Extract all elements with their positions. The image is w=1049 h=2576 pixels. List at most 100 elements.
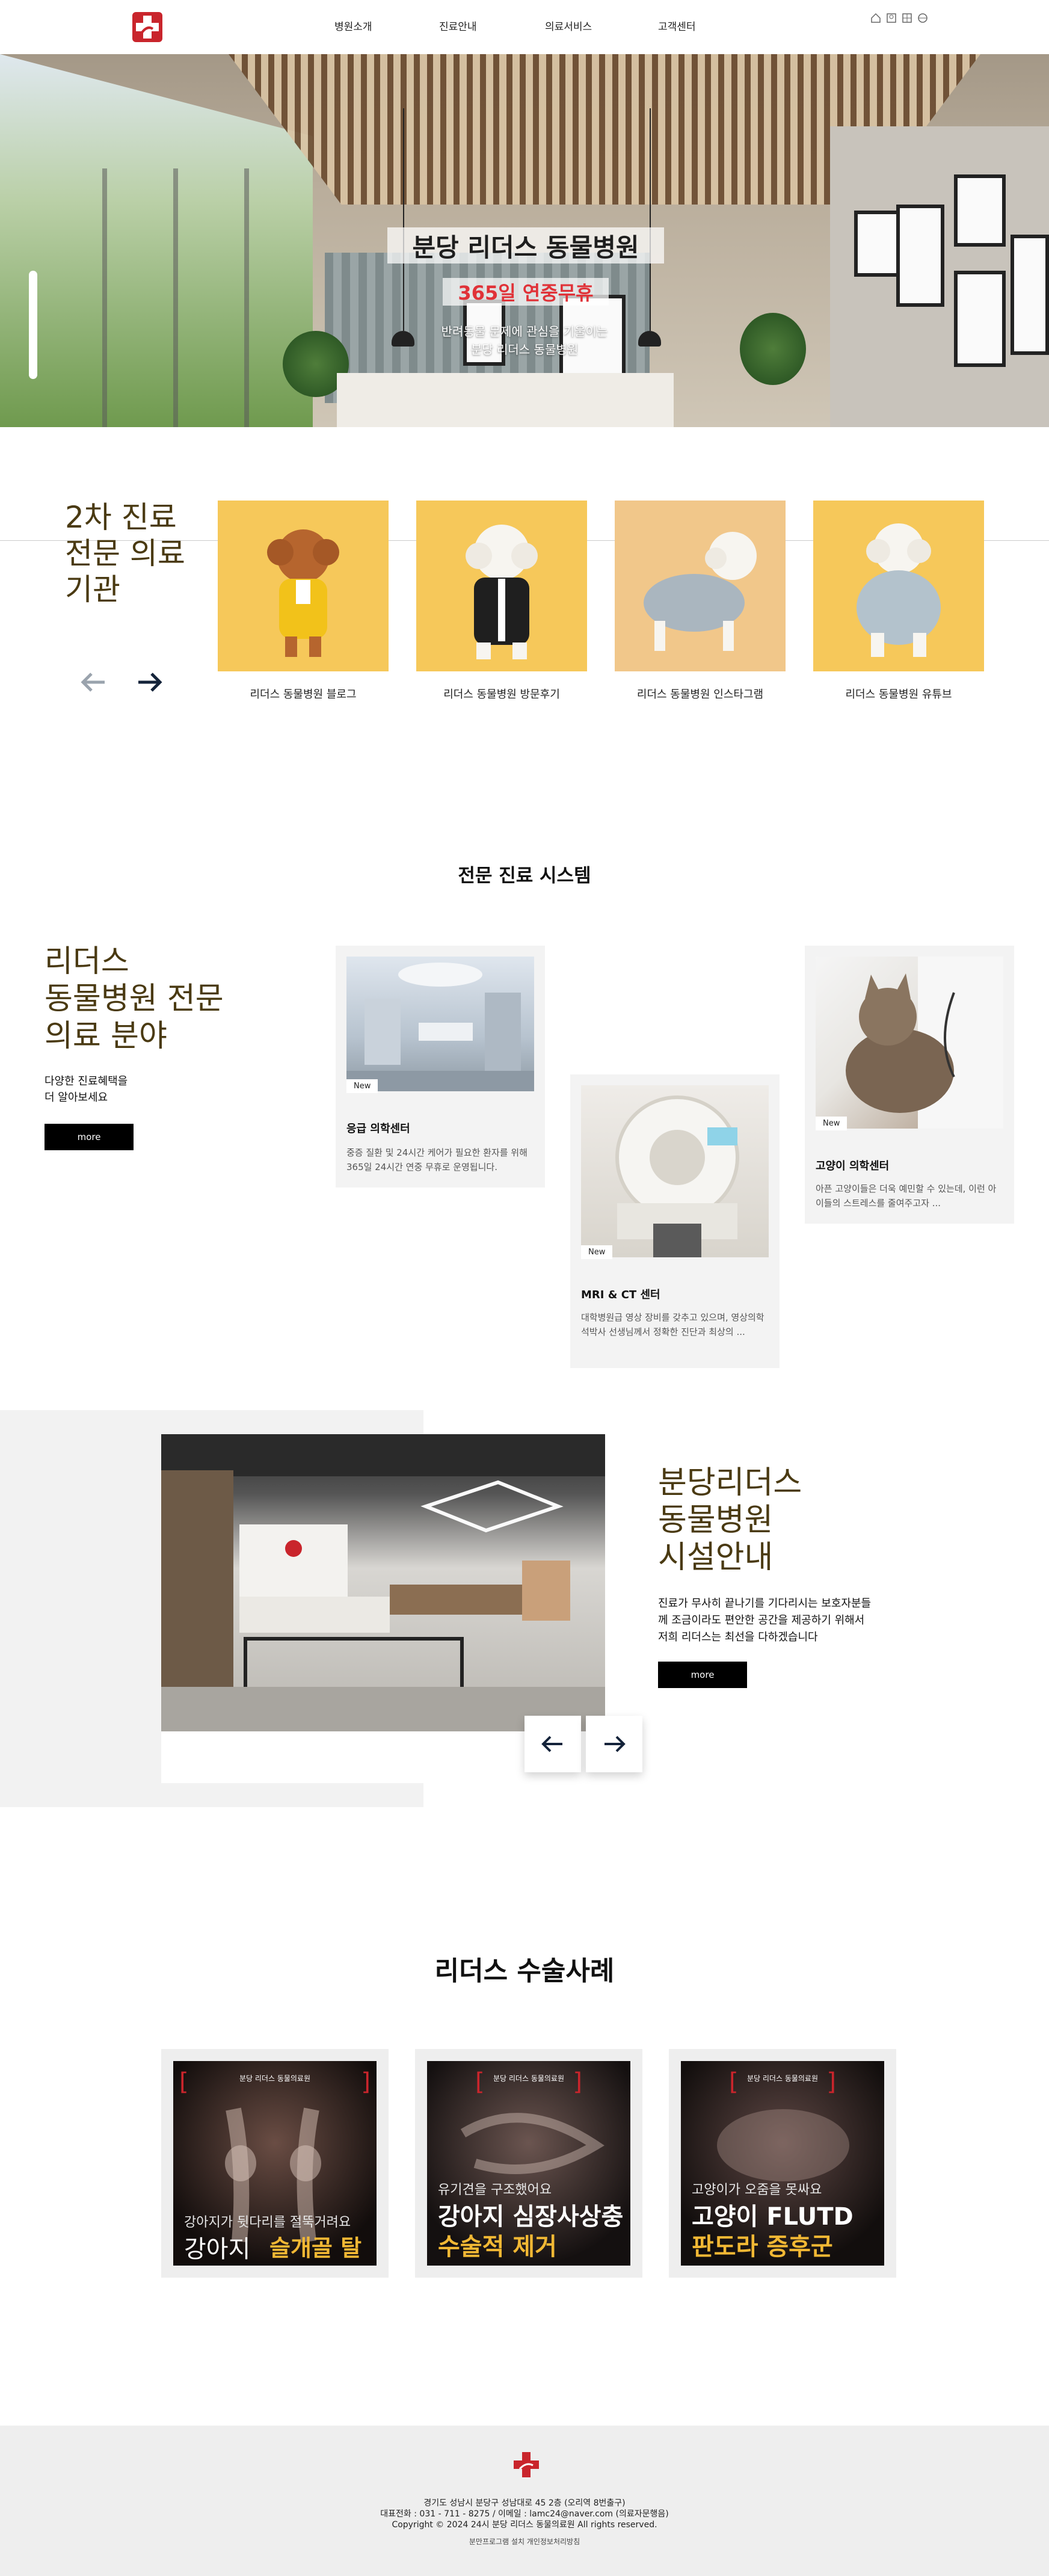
field-subtitle: 다양한 진료혜택을 더 알아보세요	[45, 1073, 128, 1106]
surgery-case-card[interactable]: [ ] 분당 리더스 동물의료원 유기견을 구조했어요 강아지 심장사상충 수술…	[415, 2049, 642, 2278]
service-card-mri-ct[interactable]: New MRI & CT 센터 대학병원급 영상 장비를 갖추고 있으며, 영상…	[570, 1074, 780, 1368]
link-card-caption: 리더스 동물병원 유튜브	[845, 688, 952, 701]
dog-photo-yellow-shirt	[218, 501, 389, 671]
lamp-wire-1	[403, 108, 404, 331]
surgery-case-image: [ ] 분당 리더스 동물의료원 유기견을 구조했어요 강아지 심장사상충 수술…	[427, 2061, 630, 2266]
facility-prev-button[interactable]	[524, 1716, 581, 1772]
card-title: MRI & CT 센터	[581, 1289, 660, 1301]
hero-plant-right	[740, 313, 806, 385]
cat-center-photo	[816, 957, 1003, 1129]
field-title: 리더스 동물병원 전문 의료 분야	[45, 943, 224, 1055]
lamp-wire-2	[650, 108, 651, 331]
dog-photo-gray-coat	[615, 501, 786, 671]
link-card-caption: 리더스 동물병원 블로그	[250, 688, 357, 701]
footer-logo-icon	[514, 2452, 539, 2477]
page: 병원소개 진료안내 의료서비스 고객센터 분당 리더스 동물병원 365일 연중…	[0, 0, 1049, 2576]
card-text: 아픈 고양이들은 더욱 예민할 수 있는데, 이런 아이들의 스트레스를 줄여주…	[816, 1183, 997, 1209]
case-line1: 유기견을 구조했어요	[438, 2183, 552, 2198]
field-sub-line1: 다양한 진료혜택을	[45, 1075, 128, 1088]
surgery-case-card[interactable]: [ ] 분당 리더스 동물의료원 강아지가 뒷다리를 절뚝거려요 강아지 슬개골…	[161, 2049, 389, 2278]
link-card-reviews[interactable]: 리더스 동물병원 방문후기	[416, 501, 587, 701]
case-line3: 수술적 제거	[438, 2233, 557, 2261]
case-line3: 판도라 증후군	[692, 2233, 833, 2261]
facility-title-line1: 분당리더스	[658, 1465, 802, 1501]
system-heading: 전문 진료 시스템	[458, 865, 591, 887]
facility-more-button[interactable]: more	[658, 1662, 747, 1688]
case-line1: 강아지가 뒷다리를 절뚝거려요	[184, 2215, 351, 2230]
link-card-caption: 리더스 동물병원 방문후기	[443, 688, 560, 701]
card-text: 중증 질환 및 24시간 케어가 필요한 환자를 위해 365일 24시간 연중…	[346, 1147, 528, 1172]
surgery-brand: 분당 리더스 동물의료원	[239, 2074, 311, 2083]
link-card-youtube[interactable]: 리더스 동물병원 유튜브	[813, 501, 984, 701]
hero-slider-handle[interactable]	[29, 271, 37, 379]
hero-frame-5	[1011, 235, 1049, 355]
secondary-title-line1: 2차 진료	[65, 500, 177, 535]
nav-item-services[interactable]: 의료서비스	[545, 18, 592, 33]
service-card-emergency[interactable]: New 응급 의학센터 중증 질환 및 24시간 케어가 필요한 환자를 위해 …	[336, 946, 545, 1188]
grid-icon[interactable]	[901, 12, 913, 24]
footer-address: 경기도 성남시 분당구 성남대로 45 2층 (오리역 8번출구)	[423, 2498, 626, 2508]
hero-frame-2	[896, 205, 944, 307]
case-line2: 강아지	[184, 2236, 251, 2263]
service-card-cat[interactable]: New 고양이 의학센터 아픈 고양이들은 더욱 예민할 수 있는데, 이런 아…	[805, 946, 1014, 1224]
surgery-case-image: [ ] 분당 리더스 동물의료원 강아지가 뒷다리를 절뚝거려요 강아지 슬개골…	[173, 2061, 377, 2266]
nav-item-guide[interactable]: 진료안내	[439, 18, 477, 33]
new-badge: New	[346, 1079, 378, 1093]
secondary-title-line3: 기관	[65, 572, 120, 607]
case-line3: 슬개골 탈구	[269, 2235, 362, 2261]
facility-title: 분당리더스 동물병원 시설안내	[658, 1464, 802, 1576]
surgery-brand: 분당 리더스 동물의료원	[493, 2074, 565, 2083]
facility-title-line3: 시설안내	[658, 1539, 774, 1576]
hero-frame-3	[954, 174, 1006, 247]
secondary-care-title: 2차 진료 전문 의료 기관	[65, 499, 185, 608]
site-header: 병원소개 진료안내 의료서비스 고객센터	[0, 0, 1049, 54]
hero-badge: 365일 연중무휴	[443, 278, 609, 306]
more-button[interactable]: more	[45, 1124, 134, 1150]
hero-desc-line2: 분당 리더스 동물병원	[470, 342, 579, 357]
new-badge: New	[816, 1117, 848, 1130]
hospital-logo-icon[interactable]	[131, 11, 164, 43]
header-icons	[870, 12, 929, 24]
card-title: 응급 의학센터	[346, 1123, 410, 1135]
globe-icon[interactable]	[917, 12, 929, 24]
footer-links[interactable]: 분만프로그램 설치 개인정보처리방침	[0, 2536, 1049, 2547]
facility-lobby-photo	[161, 1434, 605, 1731]
hero-title: 분당 리더스 동물병원	[387, 227, 664, 263]
hero-window-frame	[36, 168, 313, 427]
hero-description: 반려동물 문제에 관심을 기울이는 분당 리더스 동물병원	[421, 322, 628, 359]
home-icon[interactable]	[870, 12, 882, 24]
link-card-blog[interactable]: 리더스 동물병원 블로그	[218, 501, 389, 701]
hero-frame-4	[954, 271, 1006, 367]
field-title-line3: 의료 분야	[45, 1018, 167, 1054]
card-text: 대학병원급 영상 장비를 갖추고 있으며, 영상의학 석박사 선생님께서 정확한…	[581, 1312, 764, 1337]
secondary-title-line2: 전문 의료	[65, 536, 185, 571]
hero-reception-desk	[337, 373, 674, 427]
arrow-right-icon[interactable]	[136, 669, 162, 695]
nav-item-support[interactable]: 고객센터	[658, 18, 696, 33]
case-line1: 고양이가 오줌을 못싸요	[692, 2183, 822, 2198]
hero-banner: 분당 리더스 동물병원 365일 연중무휴 반려동물 문제에 관심을 기울이는 …	[0, 54, 1049, 427]
link-card-instagram[interactable]: 리더스 동물병원 인스타그램	[615, 501, 786, 701]
facility-description: 진료가 무사히 끝나기를 기다리시는 보호자분들께 조금이라도 편안한 공간을 …	[658, 1597, 872, 1644]
field-title-line1: 리더스	[45, 944, 129, 979]
surgery-case-card[interactable]: [ ] 분당 리더스 동물의료원 고양이가 오줌을 못싸요 고양이 FLUTD …	[669, 2049, 896, 2278]
surgery-heading: 리더스 수술사례	[434, 1956, 615, 1986]
arrow-left-icon[interactable]	[81, 669, 107, 695]
facility-next-button[interactable]	[586, 1716, 642, 1772]
nav-item-about[interactable]: 병원소개	[334, 18, 372, 33]
surgery-case-image: [ ] 분당 리더스 동물의료원 고양이가 오줌을 못싸요 고양이 FLUTD …	[681, 2061, 884, 2266]
mri-ct-photo	[581, 1085, 769, 1257]
facility-title-line2: 동물병원	[658, 1502, 774, 1538]
surgery-brand: 분당 리더스 동물의료원	[746, 2074, 819, 2083]
card-title: 고양이 의학센터	[816, 1160, 890, 1172]
hero-lamp-2	[638, 331, 661, 347]
arrow-left-icon	[541, 1736, 562, 1752]
link-card-caption: 리더스 동물병원 인스타그램	[636, 688, 764, 701]
hero-desc-line1: 반려동물 문제에 관심을 기울이는	[441, 324, 608, 339]
footer-copyright: Copyright © 2024 24시 분당 리더스 동물의료원 All ri…	[392, 2520, 657, 2530]
arrow-right-icon	[604, 1736, 626, 1752]
field-title-line2: 동물병원 전문	[45, 981, 224, 1017]
new-badge: New	[581, 1245, 613, 1259]
dog-photo-black-pajama	[416, 501, 587, 671]
user-icon[interactable]	[885, 12, 897, 24]
